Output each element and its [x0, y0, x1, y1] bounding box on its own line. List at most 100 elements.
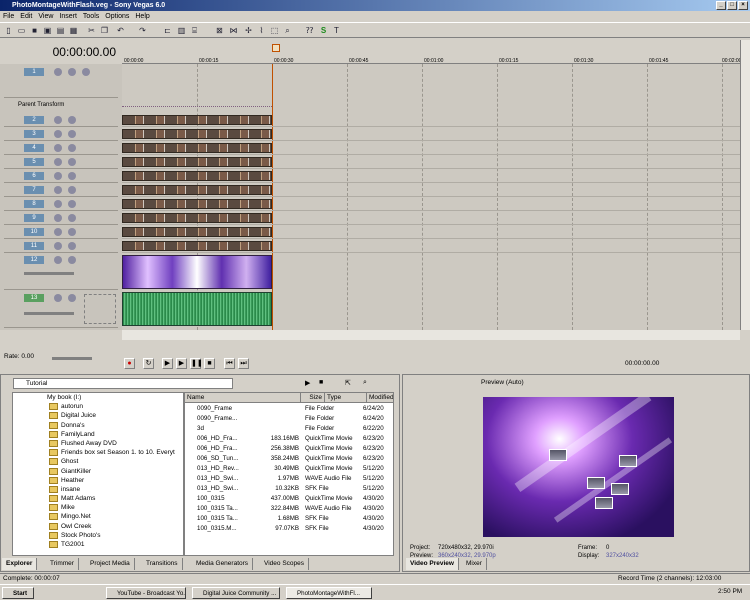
mute-icon[interactable]	[54, 242, 62, 250]
start-button[interactable]: Start	[2, 587, 34, 599]
track-header[interactable]: 10	[4, 226, 118, 239]
solo-icon[interactable]	[68, 186, 76, 194]
play-preview-icon[interactable]: ▶	[305, 379, 310, 387]
audio-clip[interactable]	[122, 292, 272, 326]
column-header-name[interactable]: Name	[185, 393, 301, 403]
ignore-grouping-icon[interactable]: ⊠	[214, 25, 225, 36]
menu-insert[interactable]: Insert	[56, 11, 80, 22]
tab-video-scopes[interactable]: Video Scopes	[260, 558, 309, 570]
video-track[interactable]	[122, 170, 740, 183]
volume-slider[interactable]	[24, 312, 74, 315]
solo-icon[interactable]	[68, 158, 76, 166]
file-row[interactable]: 0090_Frame File Folder 6/24/20	[185, 404, 393, 414]
mute-icon[interactable]	[54, 144, 62, 152]
playhead-marker[interactable]	[272, 44, 280, 52]
render-icon[interactable]: ▤	[55, 25, 66, 36]
track-header[interactable]: 8	[4, 198, 118, 211]
loop-button[interactable]: ↻	[143, 358, 154, 369]
clip-strip[interactable]	[122, 213, 272, 223]
clip-strip[interactable]	[122, 199, 272, 209]
rate-slider[interactable]	[52, 357, 92, 360]
tree-item[interactable]: Ghost	[13, 457, 183, 466]
mute-icon[interactable]	[54, 256, 62, 264]
menu-edit[interactable]: Edit	[17, 11, 35, 22]
menu-tools[interactable]: Tools	[80, 11, 102, 22]
tab-explorer[interactable]: Explorer	[2, 558, 38, 570]
timeline-ruler[interactable]: 00:00:00 00:00:15 00:00:30 00:00:45 00:0…	[122, 40, 741, 64]
play-button[interactable]: ▶	[176, 358, 187, 369]
solo-icon[interactable]	[68, 256, 76, 264]
mute-icon[interactable]	[54, 68, 62, 76]
tree-item[interactable]: FamilyLand	[13, 430, 183, 439]
copy-icon[interactable]: ❐	[99, 25, 110, 36]
script-icon[interactable]: S	[318, 25, 329, 36]
tree-item[interactable]: TG2001	[13, 540, 183, 549]
keyframe-row[interactable]	[122, 106, 272, 110]
close-button[interactable]: ×	[738, 1, 748, 10]
mute-icon[interactable]	[54, 116, 62, 124]
crossfade-icon[interactable]: ⋈	[228, 25, 239, 36]
track-header[interactable]: 4	[4, 142, 118, 155]
mute-icon[interactable]	[54, 130, 62, 138]
path-dropdown[interactable]: Tutorial	[13, 378, 233, 389]
tree-item[interactable]: insane	[13, 485, 183, 494]
open-icon[interactable]: ▭	[16, 25, 27, 36]
mute-icon[interactable]	[54, 294, 62, 302]
track-header[interactable]: 3	[4, 128, 118, 141]
column-header-size[interactable]: Size	[301, 393, 325, 403]
file-row[interactable]: 006_SD_Tun... 358.24MB QuickTime Movie 6/23…	[185, 454, 393, 464]
preview-quality-dropdown[interactable]: Preview (Auto)	[481, 379, 524, 386]
stop-button[interactable]: ■	[204, 358, 215, 369]
tab-project-media[interactable]: Project Media	[86, 558, 135, 570]
mute-icon[interactable]	[54, 200, 62, 208]
video-track[interactable]	[122, 226, 740, 239]
tab-trimmer[interactable]: Trimmer	[46, 558, 79, 570]
record-button[interactable]: ●	[124, 358, 135, 369]
menu-help[interactable]: Help	[132, 11, 152, 22]
lock-envelopes-icon[interactable]: ⌸	[189, 25, 200, 36]
timeline-area[interactable]	[122, 64, 740, 330]
go-to-start-button[interactable]: ⏮	[224, 358, 235, 369]
search-icon[interactable]: ⌕	[363, 379, 367, 387]
video-track[interactable]	[122, 114, 740, 127]
normal-edit-tool-icon[interactable]: ✢	[243, 25, 254, 36]
mute-icon[interactable]	[54, 228, 62, 236]
tree-item[interactable]: Heather	[13, 476, 183, 485]
tree-item[interactable]: Digital Juice	[13, 411, 183, 420]
solo-icon[interactable]	[68, 172, 76, 180]
track-header[interactable]: 12	[4, 254, 118, 290]
go-to-end-button[interactable]: ⏭	[238, 358, 249, 369]
tree-item[interactable]: Flushed Away DVD	[13, 439, 183, 448]
mute-icon[interactable]	[54, 214, 62, 222]
menu-options[interactable]: Options	[102, 11, 132, 22]
redo-icon[interactable]: ↷	[137, 25, 148, 36]
taskbar-item[interactable]: YouTube - Broadcast Yo...	[106, 587, 186, 599]
mute-icon[interactable]	[54, 158, 62, 166]
video-track[interactable]	[122, 128, 740, 141]
tree-item[interactable]: Mingo.Net	[13, 512, 183, 521]
video-track[interactable]	[122, 240, 740, 253]
track-header[interactable]: 2	[4, 114, 118, 127]
save-icon[interactable]: ■	[29, 25, 40, 36]
cut-icon[interactable]: ✂	[86, 25, 97, 36]
track-header[interactable]: 5	[4, 156, 118, 169]
video-track[interactable]	[122, 198, 740, 211]
track-header[interactable]: 7	[4, 184, 118, 197]
tree-item[interactable]: Donna's	[13, 421, 183, 430]
zoom-tool-icon[interactable]: ⌕	[282, 25, 293, 36]
vertical-scrollbar[interactable]	[740, 40, 750, 330]
solo-icon[interactable]	[68, 130, 76, 138]
video-track[interactable]	[122, 142, 740, 155]
video-track[interactable]	[122, 156, 740, 169]
file-row[interactable]: 013_HD_Rev... 30.49MB QuickTime Movie 5/12/…	[185, 464, 393, 474]
tree-item[interactable]: Stock Photo's	[13, 531, 183, 540]
save-as-icon[interactable]: ▣	[42, 25, 53, 36]
new-icon[interactable]: ▯	[3, 25, 14, 36]
mute-icon[interactable]	[54, 186, 62, 194]
video-track[interactable]	[122, 184, 740, 197]
track-header[interactable]: 6	[4, 170, 118, 183]
text-icon[interactable]: T	[331, 25, 342, 36]
selection-tool-icon[interactable]: ⬚	[269, 25, 280, 36]
track-header[interactable]: 9	[4, 212, 118, 225]
menu-file[interactable]: File	[0, 11, 17, 22]
